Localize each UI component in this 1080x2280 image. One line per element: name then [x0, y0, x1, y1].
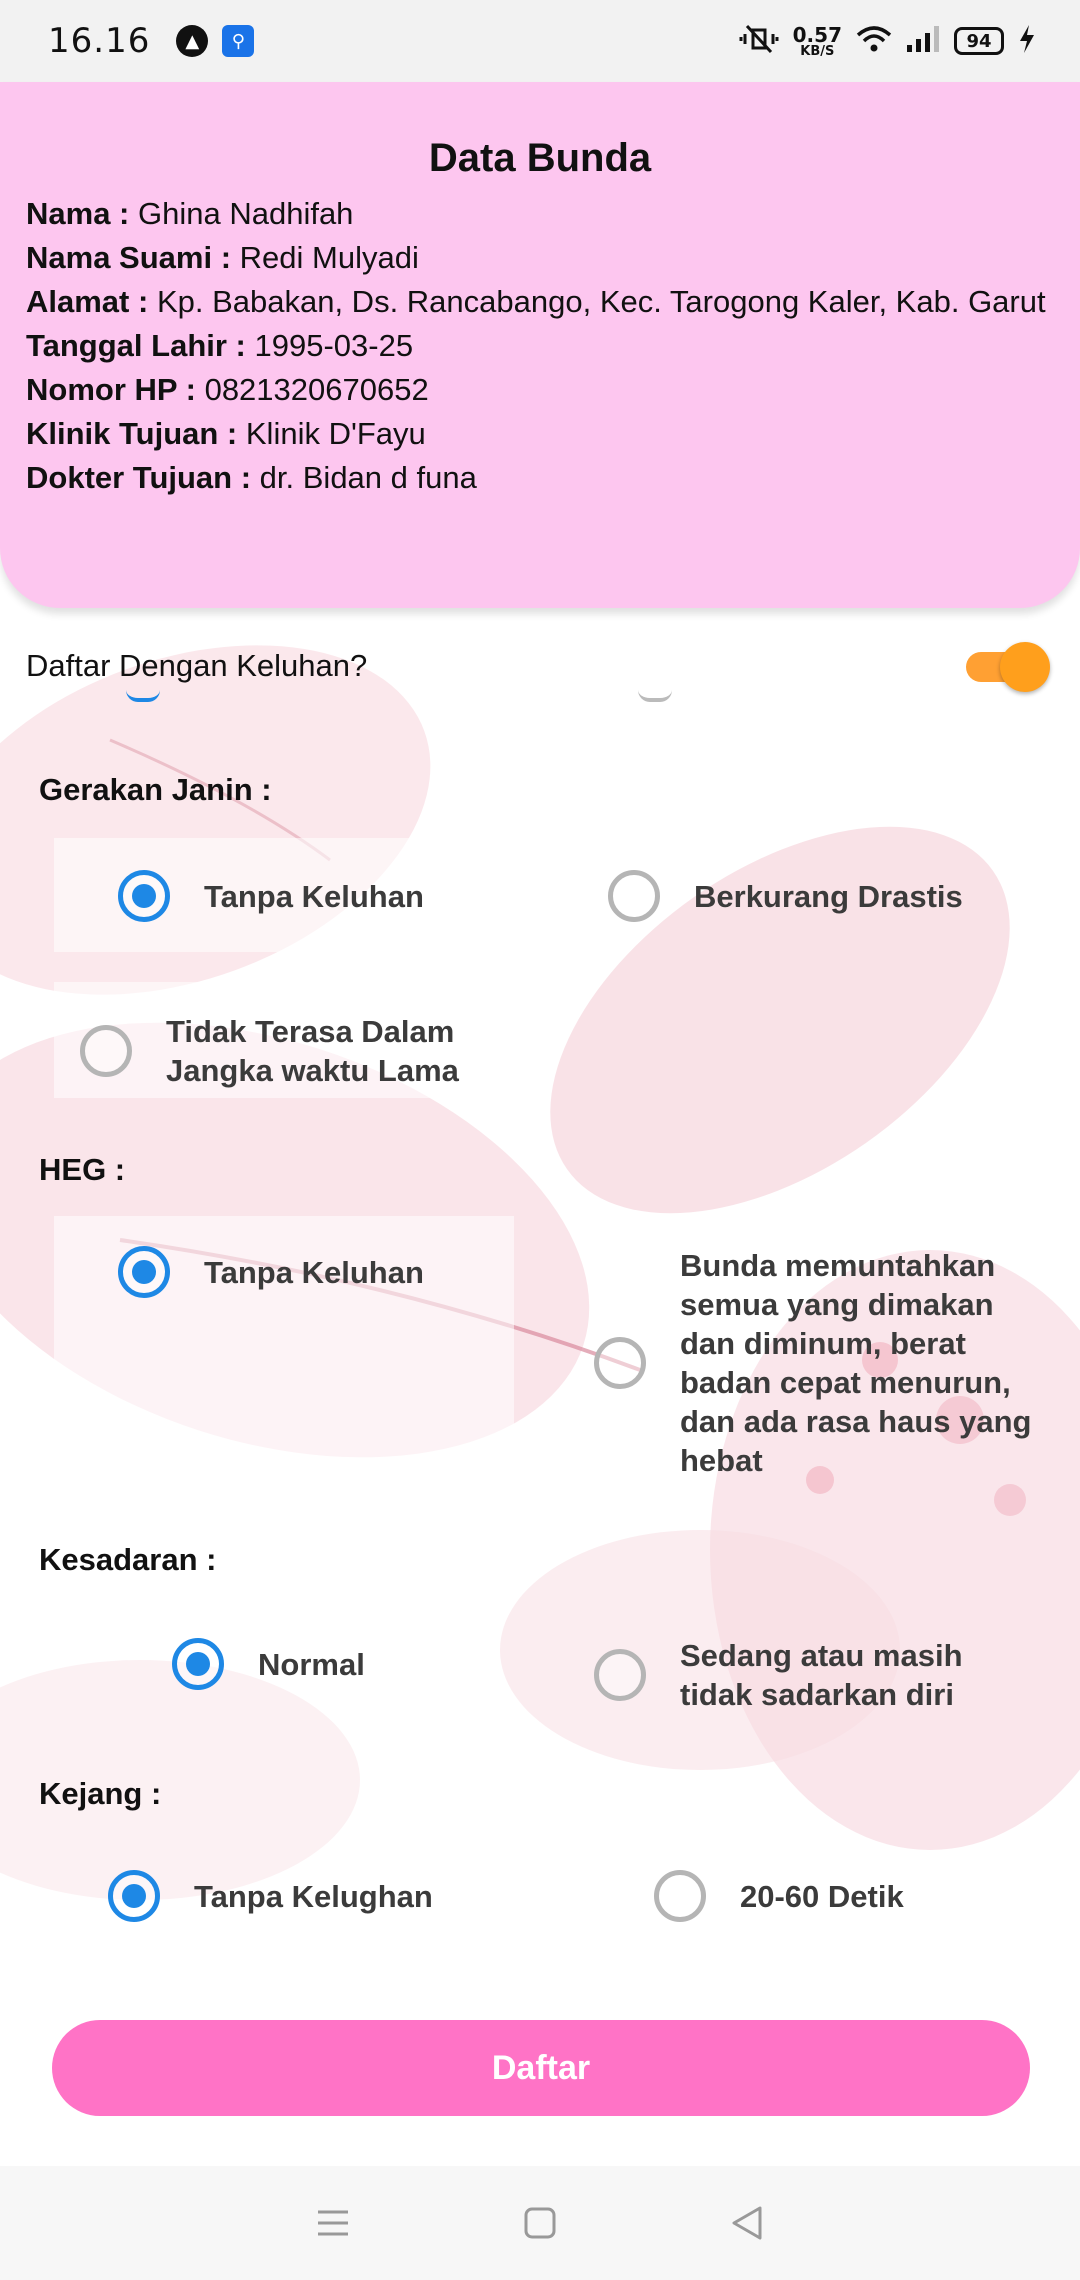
info-label: Alamat : [26, 284, 149, 319]
info-tanggal-lahir: Tanggal Lahir : 1995-03-25 [26, 327, 1054, 365]
section-label-gerakan-janin: Gerakan Janin : [39, 772, 272, 807]
radio-gerakan-berkurang-drastis[interactable]: Berkurang Drastis [608, 870, 963, 922]
option-label: Tidak Terasa Dalam Jangka waktu Lama [166, 1014, 459, 1088]
radio-heg-tanpa-keluhan[interactable]: Tanpa Keluhan [118, 1246, 424, 1298]
home-square-icon [524, 2207, 556, 2239]
system-nav-bar [0, 2166, 1080, 2280]
radio-kejang-20-60-detik[interactable]: 20-60 Detik [654, 1870, 904, 1922]
info-label: Nama Suami : [26, 240, 232, 275]
info-value: 0821320670652 [204, 372, 429, 407]
back-button[interactable] [717, 2193, 777, 2253]
option-label: Tanpa Kelughan [194, 1878, 433, 1914]
section-label-kesadaran: Kesadaran : [39, 1542, 217, 1577]
notification-icons: ▲ ⚲ [176, 25, 255, 57]
usb-icon: ⚲ [222, 25, 255, 57]
info-klinik-tujuan: Klinik Tujuan : Klinik D'Fayu [26, 415, 1054, 453]
info-label: Nama : [26, 196, 130, 231]
switch-thumb [1000, 642, 1050, 692]
silent-vibrate-icon [739, 24, 779, 58]
radio-kesadaran-normal[interactable]: Normal [172, 1638, 365, 1690]
status-bar: 16.16 ▲ ⚲ 0.57 KB/S 94 [0, 0, 1080, 82]
radio-checked-icon [118, 1246, 170, 1298]
radio-unchecked-icon [654, 1870, 706, 1922]
option-label: Tanpa Keluhan [204, 878, 424, 914]
network-speed-unit: KB/S [800, 43, 835, 59]
info-nama-suami: Nama Suami : Redi Mulyadi [26, 239, 1054, 277]
status-right: 0.57 KB/S 94 [739, 24, 1036, 58]
menu-icon [318, 2210, 349, 2236]
complaint-form[interactable]: Gerakan Janin : Tanpa Keluhan Berkurang … [0, 696, 1080, 2166]
option-label: Normal [258, 1646, 365, 1682]
radio-checked-icon [118, 870, 170, 922]
section-label-kejang: Kejang : [39, 1776, 162, 1811]
info-value: 1995-03-25 [254, 328, 414, 363]
info-value: Ghina Nadhifah [138, 196, 354, 231]
complaint-toggle-label: Daftar Dengan Keluhan? [26, 648, 368, 683]
mother-data-card: Data Bunda Nama : Ghina Nadhifah Nama Su… [0, 82, 1080, 608]
submit-button[interactable]: Daftar [52, 2020, 1030, 2116]
info-label: Dokter Tujuan : [26, 460, 252, 495]
radio-unchecked-icon [594, 1649, 646, 1701]
info-nama: Nama : Ghina Nadhifah [26, 195, 1054, 233]
radio-checked-icon [108, 1870, 160, 1922]
info-value: dr. Bidan d funa [259, 460, 477, 495]
status-time: 16.16 [48, 21, 151, 61]
info-label: Nomor HP : [26, 372, 196, 407]
signal-icon [906, 25, 940, 57]
network-speed-value: 0.57 [792, 22, 842, 47]
back-triangle-icon [732, 2206, 762, 2240]
card-title: Data Bunda [428, 136, 652, 180]
complaint-toggle-switch[interactable] [966, 642, 1050, 692]
radio-kejang-tanpa-keluhan[interactable]: Tanpa Kelughan [108, 1870, 433, 1922]
radio-unchecked-icon [80, 1025, 132, 1077]
option-label: Berkurang Drastis [694, 878, 963, 914]
app-notification-icon: ▲ [176, 25, 209, 57]
radio-checked-icon [172, 1638, 224, 1690]
radio-kesadaran-tidak-sadar[interactable]: Sedang atau masih tidak sadarkan diri [594, 1636, 1044, 1714]
info-value: Klinik D'Fayu [245, 416, 426, 451]
battery-icon: 94 [954, 27, 1004, 55]
home-button[interactable] [510, 2193, 570, 2253]
wifi-icon [856, 25, 892, 57]
option-label: Bunda memuntahkan semua yang dimakan dan… [680, 1248, 1032, 1478]
radio-unchecked-icon [608, 870, 660, 922]
radio-gerakan-tanpa-keluhan[interactable]: Tanpa Keluhan [118, 870, 424, 922]
recent-apps-button[interactable] [303, 2193, 363, 2253]
info-nomor-hp: Nomor HP : 0821320670652 [26, 371, 1054, 409]
complaint-toggle-row: Daftar Dengan Keluhan? [26, 636, 1050, 696]
option-label: Tanpa Keluhan [204, 1254, 424, 1290]
info-label: Tanggal Lahir : [26, 328, 246, 363]
option-label: 20-60 Detik [740, 1878, 904, 1914]
network-speed: 0.57 KB/S [793, 25, 842, 58]
info-alamat: Alamat : Kp. Babakan, Ds. Rancabango, Ke… [26, 283, 1054, 321]
charging-icon [1018, 24, 1036, 58]
info-label: Klinik Tujuan : [26, 416, 238, 451]
option-label: Sedang atau masih tidak sadarkan diri [680, 1638, 963, 1712]
info-dokter-tujuan: Dokter Tujuan : dr. Bidan d funa [26, 459, 1054, 497]
radio-heg-muntah-hebat[interactable]: Bunda memuntahkan semua yang dimakan dan… [594, 1246, 1044, 1480]
info-value: Redi Mulyadi [239, 240, 419, 275]
radio-gerakan-tidak-terasa[interactable]: Tidak Terasa Dalam Jangka waktu Lama [80, 1012, 500, 1090]
info-value: Kp. Babakan, Ds. Rancabango, Kec. Tarogo… [156, 284, 1046, 319]
radio-unchecked-icon [594, 1337, 646, 1389]
section-label-heg: HEG : [39, 1152, 126, 1187]
